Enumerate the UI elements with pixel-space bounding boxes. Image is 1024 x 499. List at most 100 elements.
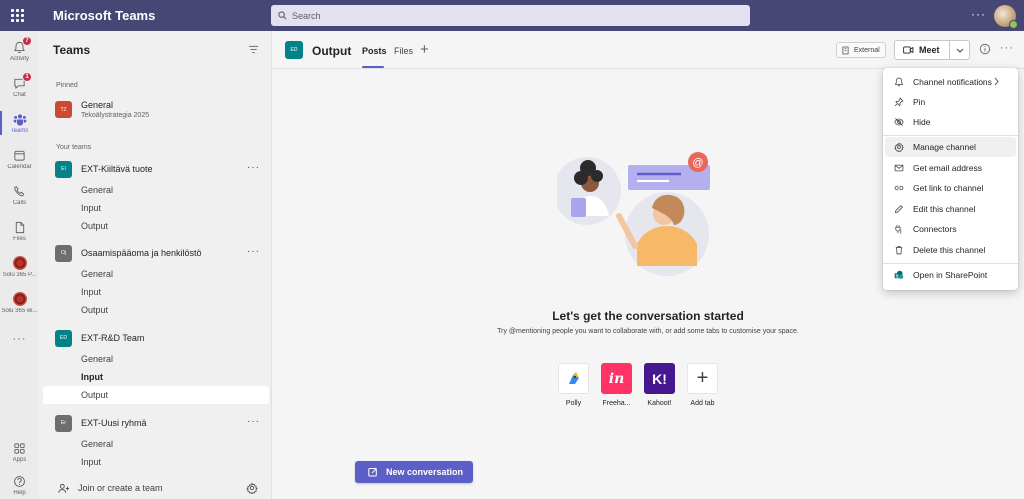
rail-teams[interactable]: Teams <box>0 105 39 141</box>
team-row[interactable]: Er EXT-Uusi ryhmä ··· <box>43 413 269 433</box>
your-teams-label: Your teams <box>56 144 92 151</box>
help-icon <box>14 475 25 487</box>
menu-divider <box>883 263 1018 264</box>
menu-label: Delete this channel <box>913 245 986 255</box>
team-more-button[interactable]: ··· <box>247 162 260 173</box>
channel-item[interactable]: Output <box>43 217 269 235</box>
file-icon <box>15 221 24 233</box>
info-icon[interactable] <box>979 43 991 55</box>
menu-pin[interactable]: Pin <box>885 92 1016 112</box>
channel-item-unread[interactable]: Input <box>43 368 269 386</box>
meet-options-button[interactable] <box>950 48 969 53</box>
team-row[interactable]: ED EXT-R&D Team <box>43 328 269 348</box>
team-name: Osaamispääoma ja henkilöstö <box>81 248 202 258</box>
menu-label: Manage channel <box>913 142 976 152</box>
menu-delete-this-channel[interactable]: Delete this channel <box>885 240 1016 260</box>
pin-icon <box>894 97 904 107</box>
channel-item[interactable]: General <box>43 265 269 283</box>
invision-freehand-icon: in <box>601 363 632 394</box>
teams-icon <box>13 113 26 126</box>
app-launcher-button[interactable] <box>0 0 34 31</box>
app-polly[interactable]: Polly <box>552 363 595 407</box>
rail-help[interactable]: Help <box>0 467 39 499</box>
menu-label: Connectors <box>913 224 957 234</box>
empty-state-title: Let's get the conversation started <box>552 309 744 323</box>
rail-solu-365-wi[interactable]: Solu 365 wi... <box>0 285 39 321</box>
team-row[interactable]: Oj Osaamispääoma ja henkilöstö ··· <box>43 243 269 263</box>
menu-manage-channel[interactable]: Manage channel <box>885 137 1016 157</box>
rail-label: Help <box>13 489 26 496</box>
filter-icon[interactable] <box>248 45 259 54</box>
channel-item[interactable]: Input <box>43 453 269 471</box>
menu-hide[interactable]: Hide <box>885 112 1016 132</box>
add-tab-button[interactable]: + <box>420 41 429 58</box>
meet-label: Meet <box>919 45 940 55</box>
team-row[interactable]: EI EXT-Kiiltävä tuote ··· <box>43 159 269 179</box>
menu-label: Get email address <box>913 163 982 173</box>
channel-item[interactable]: General <box>43 435 269 453</box>
app-rail: Activity 7 Chat 1 Teams Calendar Calls F… <box>0 31 39 499</box>
settings-more-button[interactable]: ··· <box>971 8 986 20</box>
channel-more-options-button[interactable]: ··· <box>1000 42 1014 54</box>
tab-posts[interactable]: Posts <box>362 46 387 56</box>
app-freehand[interactable]: in Freeha... <box>595 363 638 407</box>
rail-files[interactable]: Files <box>0 213 39 249</box>
rail-chat[interactable]: Chat 1 <box>0 69 39 105</box>
app-kahoot[interactable]: K! Kahoot! <box>638 363 681 407</box>
suggested-apps: Polly in Freeha... K! Kahoot! + Add tab <box>552 363 724 407</box>
chevron-right-icon <box>994 77 999 86</box>
channel-item[interactable]: General <box>43 350 269 368</box>
rail-label: Files <box>13 235 26 242</box>
rail-apps[interactable]: Apps <box>0 434 39 470</box>
rail-solu-365-p[interactable]: Solu 365 P... <box>0 249 39 285</box>
join-or-create-team-button[interactable]: Join or create a team <box>39 477 272 499</box>
menu-label: Pin <box>913 97 926 107</box>
rail-calls[interactable]: Calls <box>0 177 39 213</box>
app-label: Freeha... <box>602 400 631 407</box>
channel-item-selected[interactable]: Output <box>43 386 269 404</box>
search-icon <box>278 11 287 20</box>
team-more-button[interactable]: ··· <box>247 246 260 257</box>
channel-item[interactable]: Output <box>43 301 269 319</box>
avatar[interactable] <box>994 5 1018 29</box>
rail-label: Apps <box>12 456 27 463</box>
pinned-label: Pinned <box>56 82 78 89</box>
rail-more-apps[interactable]: ··· <box>0 321 39 357</box>
menu-label: Edit this channel <box>913 204 976 214</box>
video-camera-icon <box>903 46 914 54</box>
team-name: EXT-Kiiltävä tuote <box>81 164 153 174</box>
rail-label: Activity <box>9 55 29 62</box>
menu-connectors[interactable]: Connectors <box>885 219 1016 239</box>
app-title: Microsoft Teams <box>53 8 156 23</box>
search-input[interactable]: Search <box>271 5 750 26</box>
pinned-channel[interactable]: TZ General Tekoälystrategia 2025 <box>43 93 269 127</box>
gear-icon[interactable] <box>246 482 258 494</box>
team-more-button[interactable]: ··· <box>247 416 260 427</box>
rail-calendar[interactable]: Calendar <box>0 141 39 177</box>
rail-activity[interactable]: Activity 7 <box>0 33 39 69</box>
team-avatar: Oj <box>55 244 72 262</box>
channel-header: ED Output Posts Files + External Meet ··… <box>272 31 1024 69</box>
chat-badge: 1 <box>22 72 32 82</box>
svg-text:@: @ <box>692 157 703 169</box>
menu-label: Channel notifications <box>913 77 992 87</box>
app-label: Polly <box>565 400 582 407</box>
channel-item[interactable]: Input <box>43 199 269 217</box>
app-add-tab[interactable]: + Add tab <box>681 363 724 407</box>
building-icon <box>842 46 849 54</box>
tab-files[interactable]: Files <box>394 46 413 56</box>
menu-edit-this-channel[interactable]: Edit this channel <box>885 199 1016 219</box>
channel-item[interactable]: General <box>43 181 269 199</box>
empty-state-subtitle: Try @mentioning people you want to colla… <box>497 328 799 335</box>
link-icon <box>894 185 904 191</box>
solu-app-icon <box>12 256 27 270</box>
rail-label: Calendar <box>7 163 32 170</box>
channel-item[interactable]: Input <box>43 283 269 301</box>
meet-button[interactable]: Meet <box>895 41 950 59</box>
pinned-team-name: Tekoälystrategia 2025 <box>81 112 150 119</box>
menu-get-email-address[interactable]: Get email address <box>885 158 1016 178</box>
menu-get-link-to-channel[interactable]: Get link to channel <box>885 178 1016 198</box>
menu-open-in-sharepoint[interactable]: S Open in SharePoint <box>885 265 1016 285</box>
new-conversation-button[interactable]: New conversation <box>355 461 473 483</box>
menu-channel-notifications[interactable]: Channel notifications <box>885 72 1016 92</box>
